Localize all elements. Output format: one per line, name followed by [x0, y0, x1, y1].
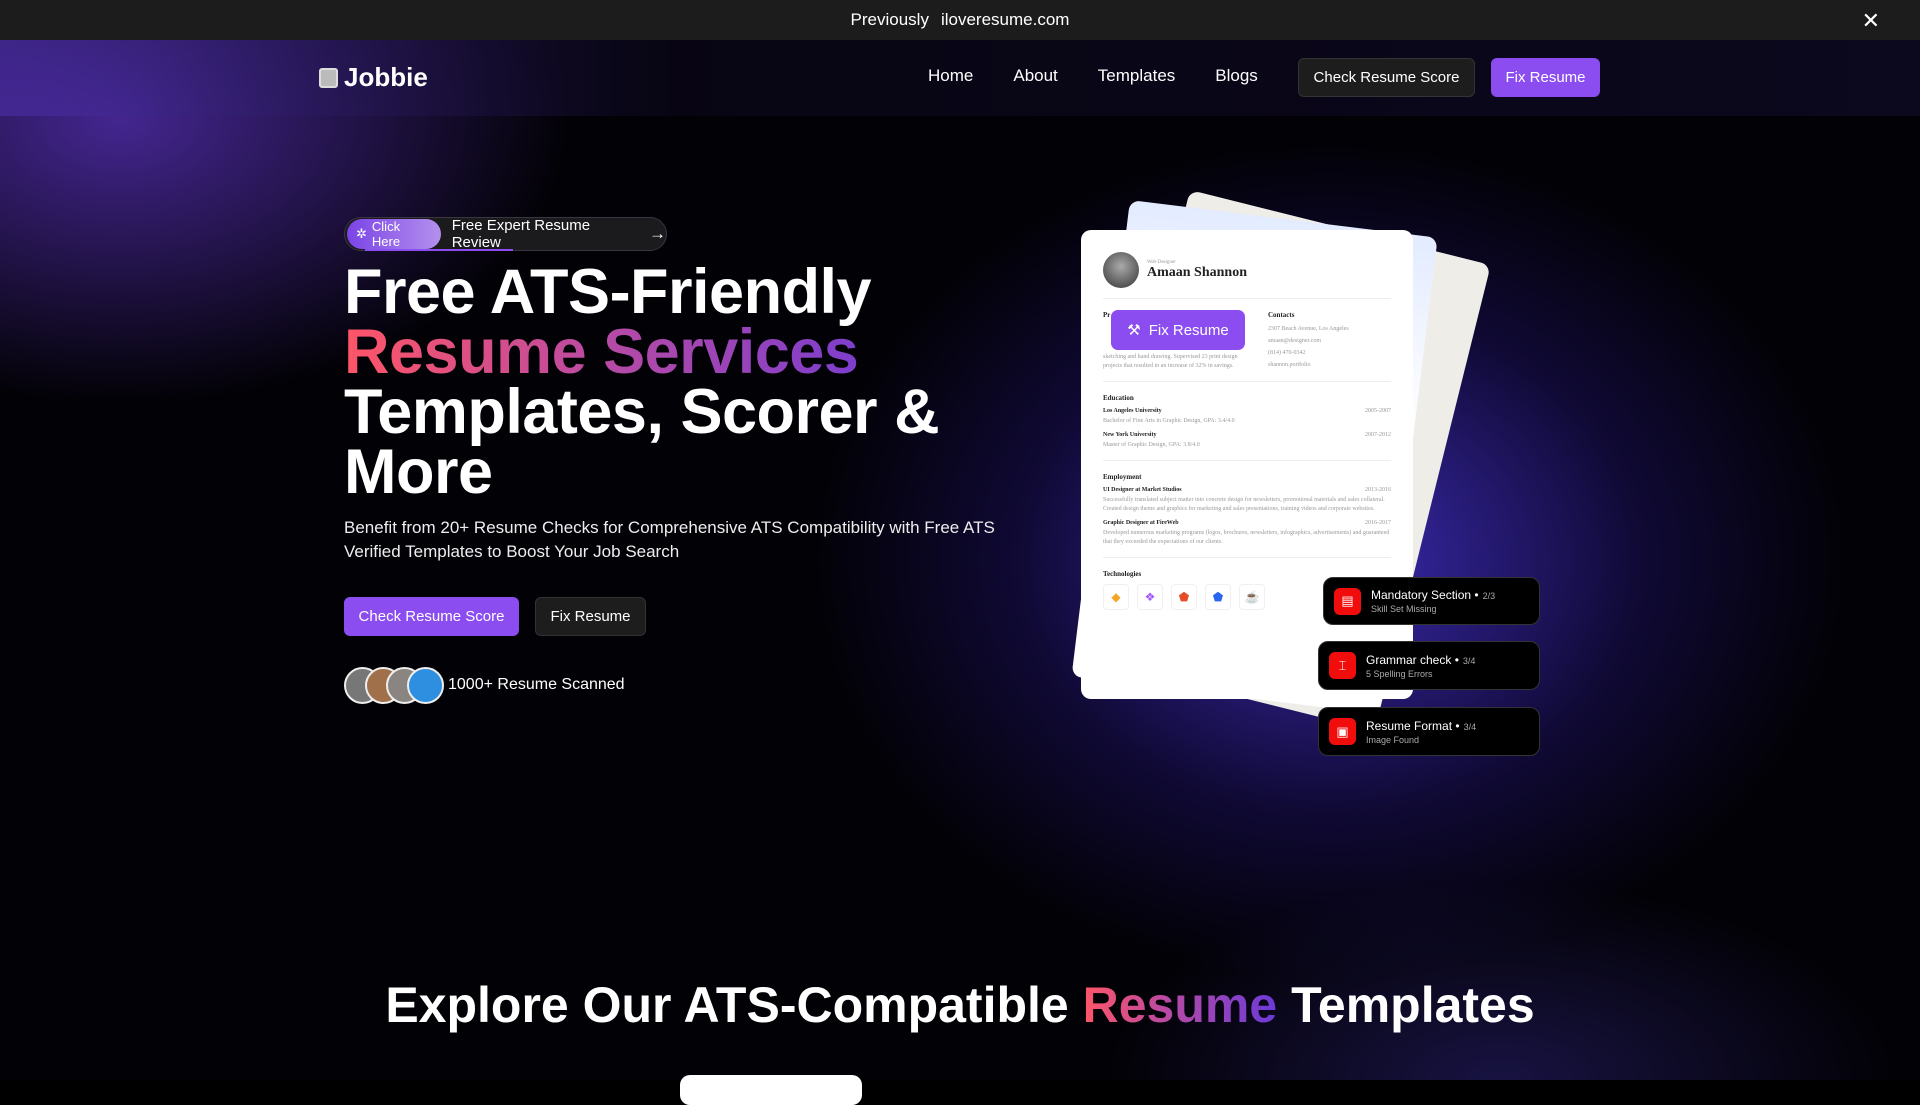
resume-scanned-count: 1000+ Resume Scanned — [448, 676, 625, 693]
education-school: New York University — [1103, 432, 1157, 438]
announcement-domain[interactable]: iloveresume.com — [941, 10, 1070, 30]
avatar — [407, 667, 444, 704]
check-resume-format: ▣ Resume Format • 3/4 Image Found — [1318, 707, 1540, 756]
title-highlight: Resume — [1082, 977, 1278, 1033]
title-line-1: Free ATS-Friendly — [344, 257, 872, 327]
check-subtitle: 5 Spelling Errors — [1366, 668, 1433, 679]
nav-templates[interactable]: Templates — [1098, 66, 1175, 86]
job-title: UI Designer at Market Studios — [1103, 487, 1182, 493]
title-line-2: Resume Services — [344, 321, 939, 384]
resume-photo — [1103, 252, 1139, 288]
education-school: Los Angeles University — [1103, 408, 1162, 414]
check-score: 3/4 — [1463, 721, 1477, 732]
text-cursor-icon: ⌶ — [1329, 652, 1356, 679]
check-mandatory-section: ▤ Mandatory Section • 2/3 Skill Set Missin… — [1323, 577, 1540, 625]
nav-fix-resume-button[interactable]: Fix Resume — [1491, 58, 1600, 97]
job-years: 2013-2016 — [1365, 487, 1391, 493]
contact-item: (814) 470-0342 — [1268, 350, 1306, 356]
education-detail: Bachelor of Fine Arts in Graphic Design,… — [1103, 418, 1235, 424]
nav-blogs[interactable]: Blogs — [1215, 66, 1258, 86]
fix-resume-button[interactable]: Fix Resume — [535, 597, 646, 636]
html5-icon: ⬟ — [1171, 584, 1197, 610]
resume-preview-card: Web-Designer Amaan Shannon Pr sketching an… — [1081, 230, 1413, 699]
hero-description: Benefit from 20+ Resume Checks for Compr… — [344, 518, 995, 561]
job-title: Graphic Designer at FireWeb — [1103, 520, 1179, 526]
java-icon: ☕ — [1239, 584, 1265, 610]
hammer-icon: ⚒ — [1127, 322, 1141, 339]
user-avatars — [344, 667, 444, 704]
nav-links: Home About Templates Blogs — [928, 66, 1258, 86]
check-subtitle: Skill Set Missing — [1371, 604, 1437, 614]
check-score: 2/3 — [1482, 591, 1496, 601]
job-years: 2016-2017 — [1365, 520, 1391, 526]
layout-icon: ▤ — [1334, 587, 1361, 615]
logo[interactable]: Jobbie — [319, 62, 428, 93]
arrow-right-icon: → — [649, 224, 666, 243]
check-score: 3/4 — [1462, 655, 1476, 666]
announcement-bar: Previously iloveresume.com ✕ — [0, 0, 1920, 40]
nav-home[interactable]: Home — [928, 66, 973, 86]
title-line-4: More — [344, 437, 493, 507]
click-here-tag: ✲ Click Here — [347, 219, 441, 249]
check-subtitle: Image Found — [1366, 734, 1420, 745]
resume-fix-button[interactable]: ⚒ Fix Resume — [1111, 310, 1245, 350]
education-heading: Education — [1103, 394, 1134, 402]
contacts-heading: Contacts — [1268, 311, 1295, 319]
job-detail: Successfully translated subject matter i… — [1103, 497, 1385, 512]
check-grammar: ⌶ Grammar check • 3/4 5 Spelling Errors — [1318, 641, 1540, 690]
nav-about[interactable]: About — [1013, 66, 1057, 86]
education-years: 2007-2012 — [1365, 432, 1391, 438]
figma-icon: ❖ — [1137, 584, 1163, 610]
close-icon[interactable]: ✕ — [1862, 8, 1880, 34]
logo-text: Jobbie — [344, 62, 428, 92]
file-image-icon: ▣ — [1329, 718, 1356, 745]
contact-item: 2307 Beach Avenue, Los Angeles — [1268, 326, 1349, 332]
profile-text: sketching and hand drawing. Supervised 2… — [1103, 354, 1238, 369]
cursor-click-icon: ✲ — [356, 226, 367, 241]
resume-header: Web-Designer Amaan Shannon — [1103, 252, 1391, 299]
briefcase-icon — [319, 67, 338, 88]
expert-review-pill[interactable]: ✲ Click Here Free Expert Resume Review → — [344, 217, 667, 251]
education-years: 2005-2007 — [1365, 408, 1391, 414]
pill-text: Free Expert Resume Review — [451, 217, 591, 251]
contact-item: shannon.portfolio — [1268, 362, 1311, 368]
nav-check-score-button[interactable]: Check Resume Score — [1298, 58, 1475, 97]
education-detail: Master of Graphic Design, GPA: 3.8/4.0 — [1103, 442, 1200, 448]
employment-heading: Employment — [1103, 473, 1142, 481]
hero-title: Free ATS-Friendly Resume Services Templa… — [344, 257, 940, 507]
job-detail: Developed numerous marketing programs (l… — [1103, 530, 1390, 545]
templates-section-title: Explore Our ATS-Compatible Resume Templa… — [0, 976, 1920, 1034]
title-pre: Explore Our ATS-Compatible — [385, 977, 1069, 1033]
navbar: Jobbie Home About Templates Blogs Check … — [0, 40, 1920, 116]
click-here-label: Click Here — [371, 219, 401, 249]
contact-item: amaan@designer.com — [1268, 338, 1322, 344]
resume-fix-label: Fix Resume — [1148, 321, 1229, 339]
title-line-3: Templates, Scorer & — [344, 377, 940, 447]
pill-progress — [365, 249, 513, 251]
check-title: Grammar check — [1366, 652, 1452, 667]
resume-name: Amaan Shannon — [1147, 264, 1247, 280]
check-title: Mandatory Section — [1371, 588, 1472, 602]
announcement-prefix: Previously — [850, 10, 929, 29]
check-title: Resume Format — [1366, 718, 1453, 733]
title-post: Templates — [1291, 977, 1535, 1033]
css3-icon: ⬟ — [1205, 584, 1231, 610]
sketch-icon: ◆ — [1103, 584, 1129, 610]
check-resume-score-button[interactable]: Check Resume Score — [344, 597, 519, 636]
